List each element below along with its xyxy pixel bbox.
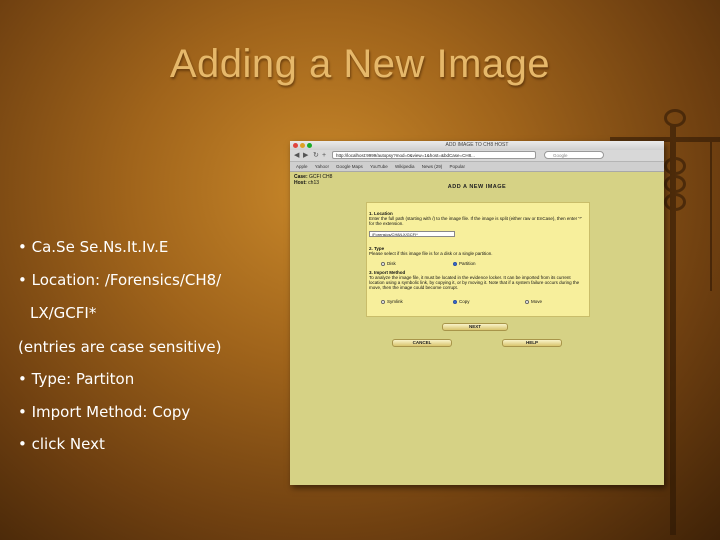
location-section: 1. Location Enter the full path (startin… bbox=[369, 211, 587, 226]
bullet-location-cont: LX/GCFI* bbox=[30, 304, 97, 322]
page-content: Case: GCFI CH8 Host: ch13 ADD A NEW IMAG… bbox=[290, 172, 664, 485]
bookmarks-bar: Apple Yahoo! Google Maps YouTube Wikiped… bbox=[290, 162, 664, 172]
help-button[interactable]: HELP bbox=[502, 339, 562, 347]
type-instructions: Please select if this image file is for … bbox=[369, 251, 493, 256]
bookmark-item[interactable]: Yahoo! bbox=[315, 162, 329, 171]
bookmark-item[interactable]: YouTube bbox=[370, 162, 388, 171]
search-field[interactable]: Google bbox=[544, 151, 604, 159]
page-heading: ADD A NEW IMAGE bbox=[447, 184, 507, 190]
slide-title: Adding a New Image bbox=[169, 42, 551, 86]
import-move-radio[interactable]: Move bbox=[525, 299, 542, 304]
bullet-import-method: • Import Method: Copy bbox=[18, 403, 191, 421]
address-bar[interactable]: http://localhost:9999/autopsy?mod=0&view… bbox=[332, 151, 536, 159]
forward-arrow-icon[interactable]: ▶ bbox=[303, 151, 308, 160]
bullet-case-sensitive-note: (entries are case sensitive) bbox=[18, 338, 222, 356]
bookmark-item[interactable]: News (29) bbox=[422, 162, 443, 171]
cancel-button[interactable]: CANCEL bbox=[392, 339, 452, 347]
next-button[interactable]: NEXT bbox=[442, 323, 508, 331]
browser-toolbar: ◀ ▶ ↻ + http://localhost:9999/autopsy?mo… bbox=[290, 150, 664, 162]
reload-icon[interactable]: ↻ bbox=[313, 151, 319, 160]
bookmark-item[interactable]: Wikipedia bbox=[395, 162, 415, 171]
type-partition-radio[interactable]: Partition bbox=[453, 261, 476, 266]
add-image-form: 1. Location Enter the full path (startin… bbox=[366, 202, 590, 317]
import-section: 3. Import Method To analyze the image fi… bbox=[369, 270, 587, 290]
back-arrow-icon[interactable]: ◀ bbox=[294, 151, 299, 160]
bookmark-item[interactable]: Google Maps bbox=[336, 162, 363, 171]
bullet-click-next: • click Next bbox=[18, 435, 105, 453]
import-symlink-radio[interactable]: Symlink bbox=[381, 299, 403, 304]
import-instructions: To analyze the image file, it must be lo… bbox=[369, 275, 580, 290]
window-titlebar: ADD IMAGE TO CH8 HOST bbox=[290, 141, 664, 150]
type-section: 2. Type Please select if this image file… bbox=[369, 246, 587, 256]
bullet-location: • Location: /Forensics/CH8/ bbox=[18, 271, 222, 289]
bullet-type: • Type: Partiton bbox=[18, 370, 135, 388]
add-bookmark-icon[interactable]: + bbox=[322, 151, 326, 160]
window-title: ADD IMAGE TO CH8 HOST bbox=[445, 142, 509, 148]
bookmark-item[interactable]: Apple bbox=[296, 162, 308, 171]
bookmark-item[interactable]: Popular bbox=[450, 162, 466, 171]
import-copy-radio[interactable]: Copy bbox=[453, 299, 470, 304]
type-disk-radio[interactable]: Disk bbox=[381, 261, 396, 266]
image-path-input[interactable]: /Forensics/CH8/LX/GCFI* bbox=[369, 231, 455, 237]
browser-window: ADD IMAGE TO CH8 HOST ◀ ▶ ↻ + http://loc… bbox=[290, 141, 664, 485]
location-instructions: Enter the full path (starting with /) to… bbox=[369, 216, 582, 226]
bullet-case: • Ca.Se Se.Ns.It.Iv.E bbox=[18, 238, 169, 256]
